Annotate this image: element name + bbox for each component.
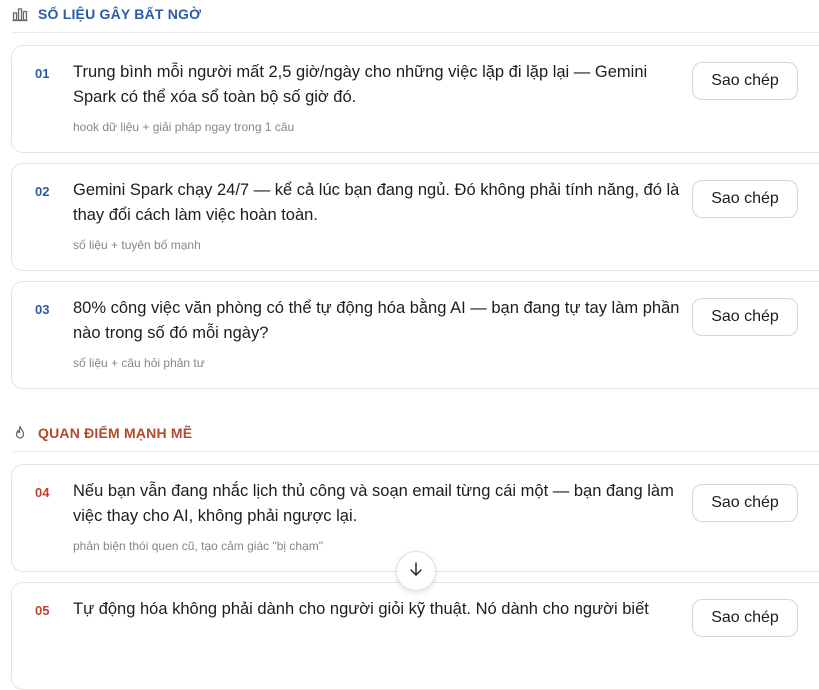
section-title: SỐ LIỆU GÂY BẤT NGỜ <box>38 6 202 22</box>
list-item: 05 Tự động hóa không phải dành cho người… <box>11 582 819 690</box>
section-header-strong-opinions: QUAN ĐIỂM MẠNH MẼ <box>12 423 192 443</box>
divider <box>12 32 819 33</box>
item-tag: phản biện thói quen cũ, tạo cảm giác "bị… <box>73 539 324 553</box>
item-text: 80% công việc văn phòng có thể tự động h… <box>73 299 680 342</box>
item-tag: số liệu + câu hỏi phản tư <box>73 356 205 370</box>
item-number: 03 <box>35 302 50 317</box>
arrow-down-icon <box>408 561 424 582</box>
item-number: 04 <box>35 485 50 500</box>
item-text: Trung bình mỗi người mất 2,5 giờ/ngày ch… <box>73 63 648 106</box>
copy-button[interactable]: Sao chép <box>692 484 798 522</box>
copy-button[interactable]: Sao chép <box>692 62 798 100</box>
item-number: 05 <box>35 603 50 618</box>
bar-chart-icon <box>12 6 28 22</box>
flame-icon <box>12 425 28 441</box>
copy-button[interactable]: Sao chép <box>692 599 798 637</box>
list-item: 03 80% công việc văn phòng có thể tự độn… <box>11 281 819 389</box>
section-title: QUAN ĐIỂM MẠNH MẼ <box>38 425 193 441</box>
item-text: Gemini Spark chạy 24/7 — kể cả lúc bạn đ… <box>73 181 680 224</box>
item-tag: số liệu + tuyên bố mạnh <box>73 238 201 252</box>
scroll-down-button[interactable] <box>396 551 436 591</box>
list-item: 01 Trung bình mỗi người mất 2,5 giờ/ngày… <box>11 45 819 153</box>
item-tag: hook dữ liệu + giải pháp ngay trong 1 câ… <box>73 120 295 134</box>
item-text: Nếu bạn vẫn đang nhắc lịch thủ công và s… <box>73 482 674 525</box>
item-number: 01 <box>35 66 50 81</box>
list-item: 02 Gemini Spark chạy 24/7 — kể cả lúc bạ… <box>11 163 819 271</box>
copy-button[interactable]: Sao chép <box>692 298 798 336</box>
copy-button[interactable]: Sao chép <box>692 180 798 218</box>
item-number: 02 <box>35 184 50 199</box>
section-header-surprising-stats: SỐ LIỆU GÂY BẤT NGỜ <box>12 4 201 24</box>
divider <box>12 451 819 452</box>
item-text: Tự động hóa không phải dành cho người gi… <box>73 600 649 618</box>
